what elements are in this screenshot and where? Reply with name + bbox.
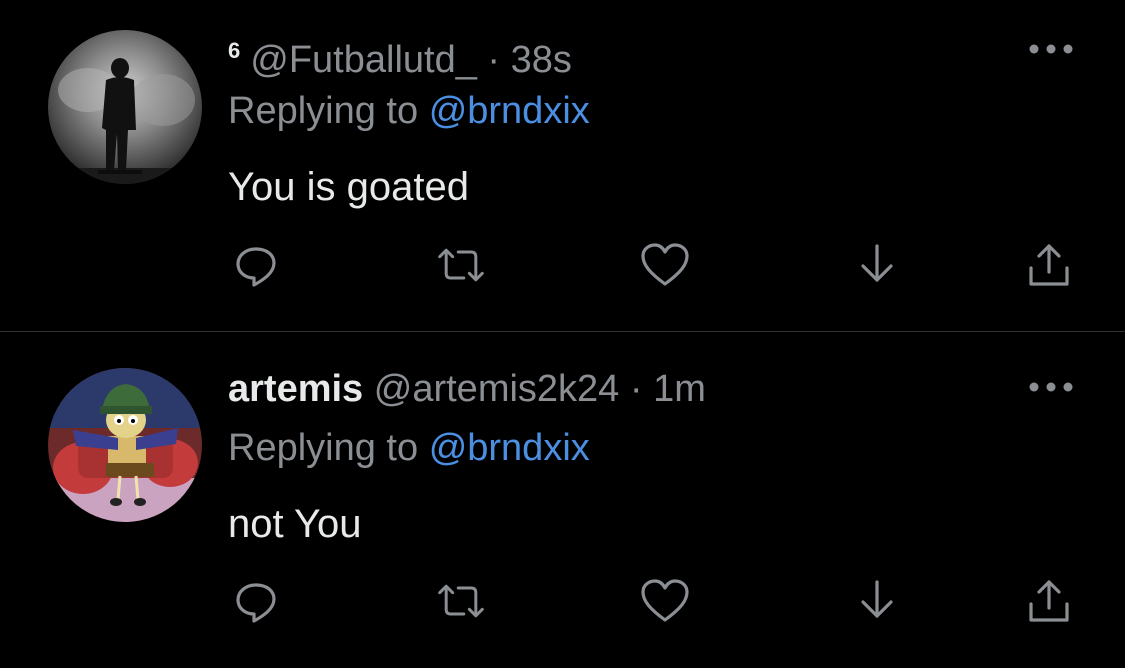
retweet-icon[interactable] bbox=[436, 576, 486, 626]
tweet-header: 6 @Futballutd_ · 38s bbox=[228, 28, 572, 83]
tweet[interactable]: 6 @Futballutd_ · 38s Replying to @brndxix… bbox=[0, 0, 1125, 331]
mention-link[interactable]: @brndxix bbox=[429, 90, 590, 132]
replying-to: Replying to @brndxix bbox=[228, 425, 590, 471]
reply-icon[interactable] bbox=[231, 576, 281, 626]
like-icon[interactable] bbox=[640, 240, 690, 290]
replying-prefix: Replying to bbox=[228, 427, 419, 469]
cartoon-character-avatar bbox=[48, 368, 202, 522]
retweet-icon[interactable] bbox=[436, 240, 486, 290]
notification-count: 6 bbox=[228, 38, 241, 63]
mention-link[interactable]: @brndxix bbox=[429, 427, 590, 469]
save-icon[interactable] bbox=[852, 240, 902, 290]
more-options-icon[interactable] bbox=[1028, 42, 1074, 56]
reply-icon[interactable] bbox=[231, 240, 281, 290]
user-handle[interactable]: @artemis2k24 bbox=[374, 368, 620, 410]
silhouette-in-smoke-avatar bbox=[48, 30, 202, 184]
separator-dot: · bbox=[487, 39, 501, 81]
tweet-actions bbox=[0, 240, 1125, 290]
tweet-text: You is goated bbox=[228, 165, 469, 209]
display-name[interactable]: artemis bbox=[228, 368, 363, 410]
tweet-actions bbox=[0, 576, 1125, 626]
like-icon[interactable] bbox=[640, 576, 690, 626]
save-icon[interactable] bbox=[852, 576, 902, 626]
tweet-text: not You bbox=[228, 502, 362, 546]
separator-dot: · bbox=[629, 368, 643, 410]
more-options-icon[interactable] bbox=[1028, 380, 1074, 394]
avatar[interactable] bbox=[48, 30, 202, 184]
timestamp[interactable]: 38s bbox=[511, 39, 572, 81]
replying-to: Replying to @brndxix bbox=[228, 88, 590, 134]
tweet[interactable]: artemis @artemis2k24 · 1m Replying to @b… bbox=[0, 332, 1125, 668]
reply-feed: 6 @Futballutd_ · 38s Replying to @brndxix… bbox=[0, 0, 1125, 668]
share-icon[interactable] bbox=[1024, 240, 1074, 290]
timestamp[interactable]: 1m bbox=[653, 368, 706, 410]
user-handle[interactable]: @Futballutd_ bbox=[250, 39, 477, 81]
replying-prefix: Replying to bbox=[228, 90, 419, 132]
tweet-header: artemis @artemis2k24 · 1m bbox=[228, 366, 706, 412]
avatar[interactable] bbox=[48, 368, 202, 522]
share-icon[interactable] bbox=[1024, 576, 1074, 626]
